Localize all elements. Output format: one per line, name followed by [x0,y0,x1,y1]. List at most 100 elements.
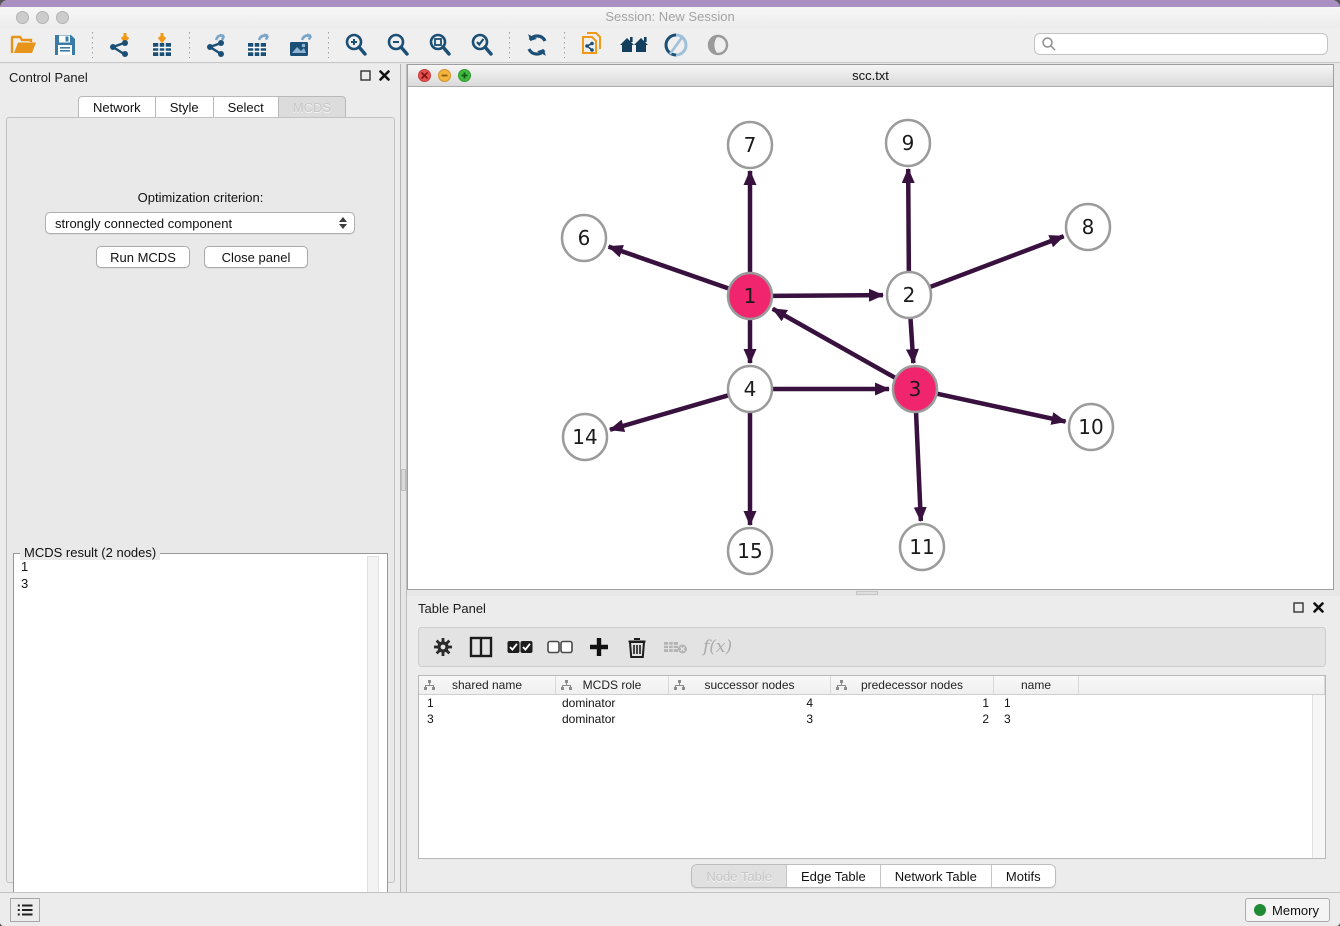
function-icon: f(x) [703,637,732,657]
import-network-button[interactable] [105,31,135,59]
tab-select[interactable]: Select [213,96,278,118]
horizontal-splitter-handle[interactable] [856,591,878,595]
select-all-rows-button[interactable] [507,634,533,660]
cell-mcds-role[interactable]: dominator [556,712,669,726]
float-panel-icon[interactable] [360,70,371,81]
export-network-icon [204,32,230,58]
refresh-view-button[interactable] [522,31,552,59]
hierarchy-icon [424,680,435,691]
tab-network[interactable]: Network [78,96,155,118]
cell-mcds-role[interactable]: dominator [556,696,669,710]
graph-node-7[interactable]: 7 [728,122,772,168]
graph-edge-1-6[interactable] [609,247,729,289]
graph-edge-3-1[interactable] [773,309,895,378]
table-options-button[interactable] [431,634,455,660]
cell-successor-nodes[interactable]: 3 [669,712,831,726]
search-field[interactable] [1034,33,1328,55]
main-toolbar [0,28,1340,63]
column-header-mcds-role[interactable]: MCDS role [556,676,669,694]
graph-node-6[interactable]: 6 [562,215,606,261]
result-scrollbar[interactable] [367,556,379,922]
tab-node-table[interactable]: Node Table [692,865,787,887]
zoom-in-button[interactable] [341,31,371,59]
plus-icon [588,636,610,658]
open-session-button[interactable] [8,31,38,59]
graph-node-1[interactable]: 1 [728,273,772,319]
graph-node-label: 7 [744,133,757,157]
search-input[interactable] [1057,35,1327,53]
close-table-panel-icon[interactable] [1313,602,1324,613]
graph-node-3[interactable]: 3 [893,366,937,412]
clear-table-button[interactable] [663,634,689,660]
graph-node-9[interactable]: 9 [886,120,930,166]
import-table-button[interactable] [147,31,177,59]
tab-network-table[interactable]: Network Table [881,865,992,887]
splitter-handle[interactable] [401,469,406,491]
tab-edge-table[interactable]: Edge Table [787,865,881,887]
graph-edge-2-8[interactable] [931,236,1064,287]
trash-icon [627,636,647,658]
delete-columns-button[interactable] [625,634,649,660]
optimization-criterion-select[interactable]: strongly connected component [45,212,355,234]
cell-shared-name[interactable]: 1 [419,696,556,710]
graph-edge-3-10[interactable] [937,394,1065,422]
graph-node-14[interactable]: 14 [563,414,607,460]
cell-successor-nodes[interactable]: 4 [669,696,831,710]
graph-node-8[interactable]: 8 [1066,204,1110,250]
export-network-button[interactable] [202,31,232,59]
network-canvas[interactable]: 7 9 6 8 1 2 4 3 14 10 15 11 [408,87,1333,589]
float-table-panel-icon[interactable] [1293,602,1304,613]
cell-name[interactable]: 1 [994,696,1079,710]
save-session-button[interactable] [50,31,80,59]
tab-mcds[interactable]: MCDS [278,96,346,118]
tab-motifs[interactable]: Motifs [992,865,1055,887]
close-panel-icon[interactable] [379,70,390,81]
export-image-button[interactable] [286,31,316,59]
network-window-titlebar[interactable]: scc.txt [408,65,1333,87]
export-table-button[interactable] [244,31,274,59]
memory-button[interactable]: Memory [1245,898,1330,922]
show-all-networks-button[interactable] [619,31,649,59]
mcds-result-list[interactable]: 1 3 [14,558,28,592]
zoom-selected-icon [469,32,495,58]
clone-network-button[interactable] [577,31,607,59]
split-columns-button[interactable] [469,634,493,660]
graph-edge-2-3[interactable] [910,318,913,363]
cell-predecessor-nodes[interactable]: 1 [831,696,994,710]
graph-node-10[interactable]: 10 [1069,404,1113,450]
hide-graphics-details-button[interactable] [703,31,733,59]
graph-node-11[interactable]: 11 [900,524,944,570]
close-panel-button[interactable]: Close panel [204,246,308,268]
zoom-fit-button[interactable] [425,31,455,59]
zoom-in-icon [343,32,369,58]
graph-edge-3-11[interactable] [916,412,921,521]
table-row[interactable]: 3 dominator 3 2 3 [419,711,1325,727]
cell-name[interactable]: 3 [994,712,1079,726]
tab-style[interactable]: Style [155,96,213,118]
graph-node-15[interactable]: 15 [728,528,772,574]
show-tasks-button[interactable] [10,898,40,922]
apply-style-button[interactable] [661,31,691,59]
table-row[interactable]: 1 dominator 4 1 1 [419,695,1325,711]
graph-edge-2-9[interactable] [908,169,909,272]
column-header-shared-name[interactable]: shared name [419,676,556,694]
split-columns-icon [469,636,493,658]
graph-edge-4-14[interactable] [610,395,728,429]
open-folder-icon [10,33,37,57]
table-panel: Table Panel [407,596,1340,892]
insert-function-button[interactable]: f(x) [703,634,732,660]
column-header-name[interactable]: name [994,676,1079,694]
graph-node-4[interactable]: 4 [728,366,772,412]
graph-edge-1-2[interactable] [773,295,883,296]
column-header-successor-nodes[interactable]: successor nodes [669,676,831,694]
add-column-button[interactable] [587,634,611,660]
cell-shared-name[interactable]: 3 [419,712,556,726]
run-mcds-button[interactable]: Run MCDS [96,246,190,268]
column-header-predecessor-nodes[interactable]: predecessor nodes [831,676,994,694]
deselect-all-rows-button[interactable] [547,634,573,660]
cell-predecessor-nodes[interactable]: 2 [831,712,994,726]
zoom-out-button[interactable] [383,31,413,59]
table-scrollbar[interactable] [1312,695,1325,858]
graph-node-2[interactable]: 2 [887,272,931,318]
zoom-selected-button[interactable] [467,31,497,59]
